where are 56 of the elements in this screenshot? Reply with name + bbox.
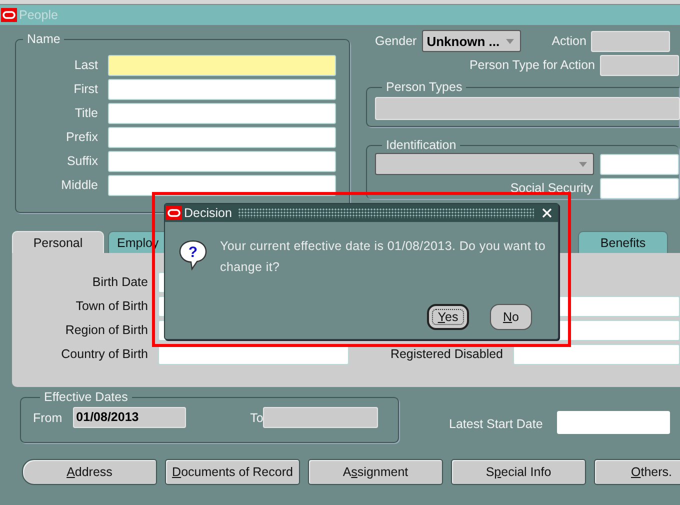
text-field[interactable] <box>108 54 336 76</box>
action-button[interactable]: Special Info <box>451 459 586 485</box>
action-button[interactable]: Address <box>22 459 157 485</box>
tab[interactable]: Benefits <box>578 231 668 253</box>
field-label: To <box>250 410 264 424</box>
id-number-field[interactable] <box>600 154 679 174</box>
logo-icon <box>1 8 17 22</box>
field-label: Suffix <box>66 154 98 168</box>
dialog-button[interactable]: Yes <box>427 304 469 330</box>
field-label: First <box>72 82 98 96</box>
field-label: Birth Date <box>91 275 148 289</box>
gender-dropdown[interactable]: Unknown ... <box>422 30 521 52</box>
action-field[interactable] <box>591 30 670 52</box>
field-label: Town of Birth <box>74 299 148 313</box>
field-label: Action <box>552 34 586 48</box>
field-label: From <box>33 410 62 424</box>
latest-start-date-field[interactable] <box>556 411 670 434</box>
caret-icon <box>579 162 587 167</box>
dialog-message: Your current effective date is 01/08/2013. Do you want to change it? <box>220 238 546 276</box>
field-label: Latest Start Date <box>449 417 543 431</box>
caret-icon <box>506 39 514 44</box>
group-title: Identification <box>385 139 458 151</box>
text-field[interactable] <box>108 102 336 124</box>
group-title: Person Types <box>385 81 464 93</box>
close-icon[interactable] <box>542 208 552 218</box>
social-security-field[interactable] <box>600 178 679 198</box>
dialog-title: Decision <box>184 206 232 220</box>
group-title: Effective Dates <box>43 391 129 403</box>
question-icon: ? <box>178 239 208 271</box>
action-button[interactable]: Assignment <box>308 459 443 485</box>
window-title: People <box>19 8 58 22</box>
field-label: Person Type for Action <box>469 58 595 72</box>
action-button[interactable]: Documents of Record <box>165 459 300 485</box>
text-field[interactable] <box>108 150 336 172</box>
field-label: Gender <box>375 34 417 48</box>
text-field[interactable] <box>108 126 336 148</box>
field-label: Social Security <box>510 181 593 195</box>
person-types-field[interactable] <box>375 97 680 120</box>
field-label: Prefix <box>65 130 98 144</box>
group-title: Name <box>26 33 62 45</box>
field-label: Region of Birth <box>64 323 148 337</box>
field-label: Country of Birth <box>60 347 148 361</box>
field-label: Title <box>74 106 98 120</box>
id-type-dropdown[interactable] <box>375 153 594 175</box>
tab[interactable]: Personal <box>12 231 104 253</box>
from-date-field[interactable]: 01/08/2013 <box>73 407 186 428</box>
to-date-field[interactable] <box>263 407 378 428</box>
dialog-button[interactable]: No <box>490 304 532 330</box>
field-label: Middle <box>60 178 98 192</box>
field-label: Last <box>73 58 98 72</box>
logo-icon <box>166 206 182 220</box>
field-label: Registered Disabled <box>389 347 503 361</box>
person-type-field[interactable] <box>600 54 679 76</box>
text-field[interactable] <box>108 78 336 100</box>
text-field[interactable] <box>513 344 680 364</box>
action-button[interactable]: Others. <box>594 459 680 485</box>
